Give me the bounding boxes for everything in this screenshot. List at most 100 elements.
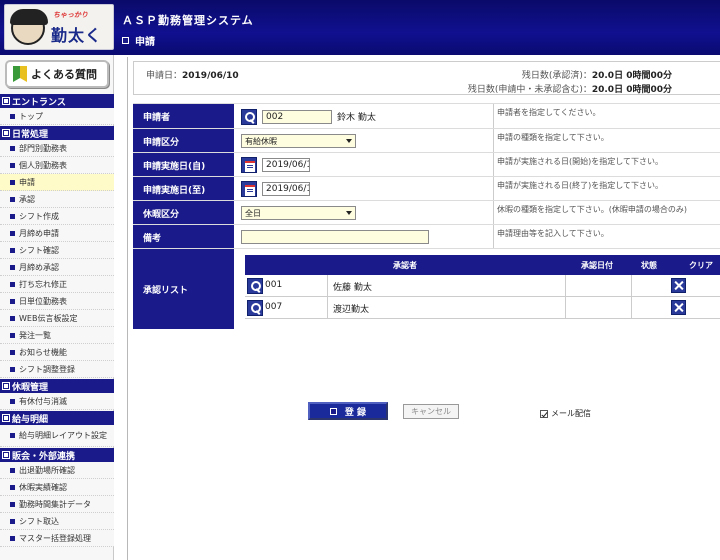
sidebar-item-label: 有休付与消滅 <box>19 396 67 406</box>
sidebar-item[interactable]: トップ <box>0 108 114 125</box>
leave-type-select[interactable]: 全日 <box>241 206 356 220</box>
mascot-icon <box>10 9 48 45</box>
bullet-icon <box>10 332 15 338</box>
date-from-row: 申請実施日(自) 2019/06/10 申請が実施される日(開始)を指定して下さ… <box>133 152 720 177</box>
search-icon[interactable] <box>247 300 263 316</box>
approver-name: 渡辺勤太 <box>333 305 370 315</box>
sidebar-item[interactable]: 打ち忘れ修正 <box>0 276 114 293</box>
logo-text: 勤太くん <box>51 26 103 45</box>
remarks-input[interactable] <box>241 230 429 244</box>
sidebar-item-label: シフト調整登録 <box>19 364 75 374</box>
sidebar-item[interactable]: 給与明細レイアウト設定 <box>0 425 114 447</box>
category-select[interactable]: 有給休暇 <box>241 134 356 148</box>
bullet-icon <box>10 501 15 507</box>
col-clear: クリア <box>689 261 713 270</box>
clear-icon[interactable] <box>671 300 686 315</box>
bullet-icon <box>10 247 15 253</box>
cell-divider <box>565 297 566 319</box>
cancel-label: キャンセル <box>411 407 451 416</box>
table-row: 007 渡辺勤太 <box>245 297 720 319</box>
approver-table: 承認者 承認日付 状態 クリア 001 佐藤 勤太 007 渡辺勤太 <box>245 255 720 319</box>
col-approval-date: 承認日付 <box>581 261 613 270</box>
approver-table-header: 承認者 承認日付 状態 クリア <box>245 255 720 275</box>
bullet-icon <box>10 484 15 490</box>
mail-label: メール配信 <box>551 409 591 418</box>
category-field: 有給休暇 <box>238 129 493 153</box>
sidebar-item[interactable]: シフト取込 <box>0 513 114 530</box>
bullet-icon <box>10 281 15 287</box>
mail-option: メール配信 <box>540 408 591 419</box>
col-approver: 承認者 <box>393 261 417 270</box>
submit-button[interactable]: 登 録 <box>308 402 388 420</box>
search-icon[interactable] <box>247 278 263 294</box>
search-icon[interactable] <box>241 108 257 125</box>
faq-label: よくある質問 <box>31 68 97 81</box>
bullet-icon <box>10 230 15 236</box>
date-from-field: 2019/06/10 <box>238 153 493 177</box>
sidebar-item[interactable]: 承認 <box>0 191 114 208</box>
date-to-input[interactable]: 2019/06/10 <box>262 182 310 196</box>
submit-label: 登 録 <box>344 407 367 418</box>
logo-tagline: ちゃっかり <box>53 11 88 19</box>
sidebar-item-label: 給与明細レイアウト設定 <box>19 430 107 440</box>
calendar-icon[interactable] <box>241 157 257 173</box>
bullet-icon <box>10 366 15 372</box>
applicant-code-input[interactable]: 002 <box>262 109 332 124</box>
apply-date-value: 2019/06/10 <box>182 71 239 81</box>
applicant-field: 002 鈴木 勤太 <box>238 104 493 129</box>
calendar-icon[interactable] <box>241 181 257 197</box>
sidebar-item[interactable]: お知らせ機能 <box>0 344 114 361</box>
bullet-icon <box>122 37 129 44</box>
sidebar-item[interactable]: 部門別勤務表 <box>0 140 114 157</box>
sidebar-item[interactable]: シフト作成 <box>0 208 114 225</box>
cell-divider <box>327 275 328 297</box>
bullet-icon <box>10 213 15 219</box>
sidebar-item[interactable]: 月締め承認 <box>0 259 114 276</box>
table-row: 001 佐藤 勤太 <box>245 275 720 297</box>
bullet-icon <box>10 518 15 524</box>
sidebar-item[interactable]: 月締め申請 <box>0 225 114 242</box>
sidebar-item[interactable]: シフト調整登録 <box>0 361 114 378</box>
sidebar-item-label: 日単位勤務表 <box>19 296 67 306</box>
apply-date-label: 申請日： <box>146 71 183 81</box>
date-from-input[interactable]: 2019/06/10 <box>262 158 310 172</box>
sidebar-item[interactable]: 発注一覧 <box>0 327 114 344</box>
sidebar-item[interactable]: 有休付与消滅 <box>0 393 114 410</box>
date-to-hint: 申請が実施される日(終了)を指定して下さい。 <box>493 177 720 201</box>
sidebar-item-label: 打ち忘れ修正 <box>19 279 67 289</box>
mail-checkbox[interactable] <box>540 409 548 418</box>
sidebar-item-label: 休暇実績確認 <box>19 482 67 492</box>
sidebar-section-title: 給与明細 <box>12 414 49 425</box>
sidebar-item[interactable]: 休暇実績確認 <box>0 479 114 496</box>
faq-button[interactable]: よくある質問 <box>5 60 109 88</box>
bullet-icon <box>2 97 10 105</box>
approver-list-label: 承認リスト <box>133 249 236 329</box>
sidebar-item-label: 月締め申請 <box>19 228 59 238</box>
cancel-button[interactable]: キャンセル <box>403 404 459 419</box>
sidebar-item[interactable]: 出退勤場所確認 <box>0 462 114 479</box>
category-hint: 申請の種類を指定して下さい。 <box>493 129 720 153</box>
sidebar-item[interactable]: 個人別勤務表 <box>0 157 114 174</box>
sidebar-item[interactable]: WEB伝言板設定 <box>0 310 114 327</box>
sidebar: よくある質問 エントランス トップ 日常処理 部門別勤務表 個人別勤務表 申請 承認 シフト作… <box>0 55 114 560</box>
sidebar-item[interactable]: 勤務時間集計データ <box>0 496 114 513</box>
chevron-down-icon <box>346 139 352 143</box>
approver-code: 001 <box>265 280 283 290</box>
date-to-label: 申請実施日(至) <box>133 177 236 201</box>
sidebar-item[interactable]: 申請 <box>0 174 114 191</box>
app-logo[interactable]: ちゃっかり 勤太くん <box>4 4 114 50</box>
bullet-icon <box>10 196 15 202</box>
apply-date: 申請日：2019/06/10 <box>146 68 239 81</box>
cell-divider <box>565 275 566 297</box>
sidebar-item[interactable]: 日単位勤務表 <box>0 293 114 310</box>
sidebar-item-label: 月締め承認 <box>19 262 59 272</box>
sidebar-item[interactable]: マスター括登録処理 <box>0 530 114 547</box>
sidebar-item[interactable]: シフト確認 <box>0 242 114 259</box>
sidebar-section-title: 販会・外部連携 <box>12 451 76 462</box>
app-title: ＡＳＰ勤務管理システム <box>122 14 254 27</box>
header-bar: ちゃっかり 勤太くん ＡＳＰ勤務管理システム 申請 <box>0 0 720 55</box>
balance-approved-label: 残日数(承認済)： <box>521 71 592 81</box>
date-from-hint: 申請が実施される日(開始)を指定して下さい。 <box>493 153 720 177</box>
clear-icon[interactable] <box>671 278 686 293</box>
cell-divider <box>631 275 632 297</box>
